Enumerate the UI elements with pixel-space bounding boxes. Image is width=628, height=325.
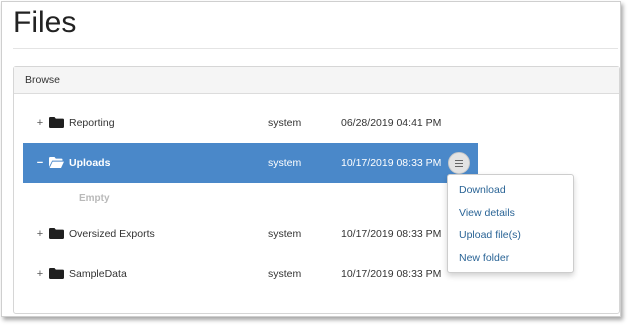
expand-toggle[interactable]: + — [35, 214, 45, 254]
hamburger-line — [455, 166, 463, 167]
folder-modified: 10/17/2019 08:33 PM — [341, 228, 442, 240]
empty-folder-placeholder: Empty — [23, 183, 478, 214]
menu-item-download[interactable]: Download — [448, 179, 573, 202]
folder-icon — [49, 228, 64, 239]
folder-open-icon — [49, 157, 64, 168]
tree-row-oversized-exports[interactable]: + Oversized Exports system 10/17/2019 08… — [23, 214, 478, 254]
collapse-toggle[interactable]: − — [35, 143, 45, 183]
tree-row-reporting[interactable]: + Reporting system 06/28/2019 04:41 PM — [23, 103, 478, 143]
folder-name[interactable]: Oversized Exports — [69, 214, 155, 254]
title-divider — [13, 48, 618, 49]
tree-row-sampledata[interactable]: + SampleData system 10/17/2019 08:33 PM — [23, 254, 478, 294]
menu-item-upload-files[interactable]: Upload file(s) — [448, 224, 573, 247]
hamburger-menu-icon — [455, 160, 463, 161]
hamburger-line — [455, 163, 463, 164]
folder-owner: system — [268, 268, 302, 280]
tree-row-uploads[interactable]: − Uploads system 10/17/2019 08:33 PM — [23, 143, 478, 183]
folder-owner: system — [268, 117, 302, 129]
menu-item-new-folder[interactable]: New folder — [448, 247, 573, 270]
empty-label: Empty — [79, 193, 110, 204]
folder-modified: 10/17/2019 08:33 PM — [341, 268, 442, 280]
folder-name[interactable]: Reporting — [69, 103, 115, 143]
page-title: Files — [13, 6, 77, 39]
folder-modified: 10/17/2019 08:33 PM — [341, 157, 442, 169]
panel-heading: Browse — [14, 67, 619, 94]
file-tree: + Reporting system 06/28/2019 04:41 PM −… — [23, 103, 478, 294]
row-menu-button[interactable] — [448, 152, 470, 174]
expand-toggle[interactable]: + — [35, 254, 45, 294]
folder-name[interactable]: Uploads — [69, 143, 110, 183]
folder-icon — [49, 268, 64, 279]
folder-name[interactable]: SampleData — [69, 254, 127, 294]
folder-modified: 06/28/2019 04:41 PM — [341, 117, 442, 129]
folder-context-menu: Download View details Upload file(s) New… — [447, 174, 574, 273]
folder-owner: system — [268, 228, 302, 240]
expand-toggle[interactable]: + — [35, 103, 45, 143]
folder-icon — [49, 117, 64, 128]
menu-item-view-details[interactable]: View details — [448, 202, 573, 225]
folder-owner: system — [268, 157, 302, 169]
